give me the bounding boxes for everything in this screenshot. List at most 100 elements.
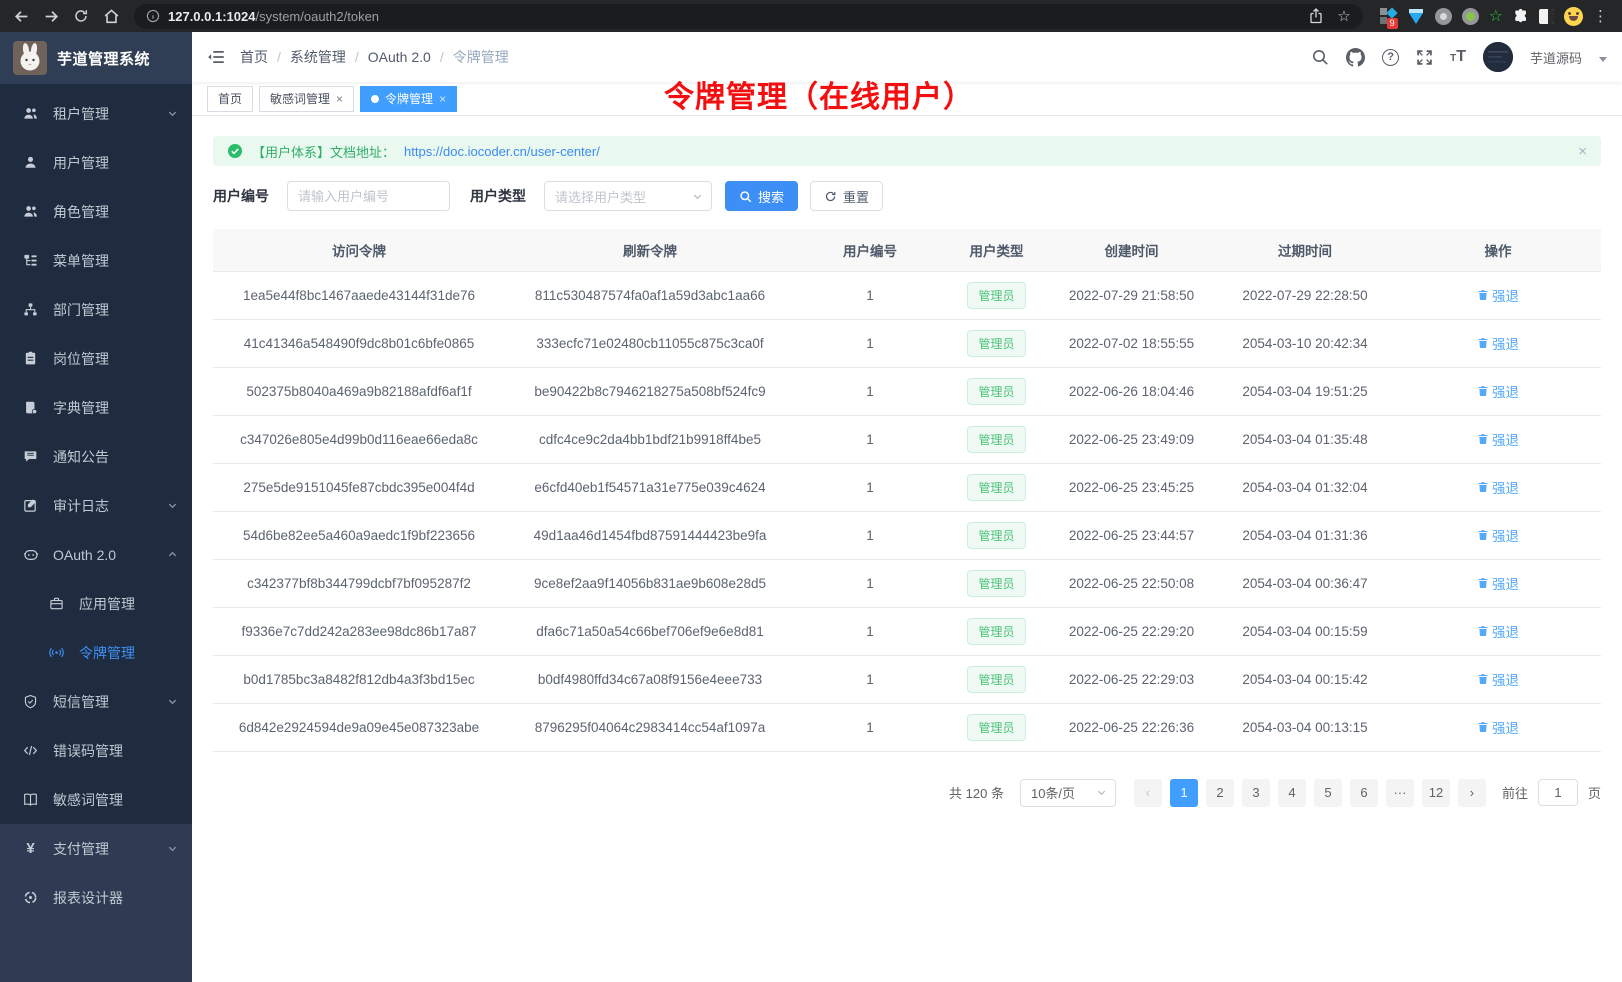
- page-button-3[interactable]: 3: [1242, 779, 1270, 807]
- page-size-select[interactable]: 10条/页: [1020, 779, 1116, 807]
- chevron-down-icon[interactable]: [1599, 57, 1607, 62]
- bookmark-star-icon[interactable]: ☆: [1337, 7, 1350, 25]
- refresh-token-cell: b0df4980ffd34c67a08f9156e4eee733: [505, 655, 795, 703]
- sidebar-item-label: 错误码管理: [53, 741, 123, 761]
- force-logout-link[interactable]: 强退: [1477, 669, 1519, 689]
- extension-grey-icon[interactable]: [1435, 8, 1452, 25]
- browser-menu-icon[interactable]: ⋮: [1593, 9, 1608, 24]
- action-cell: 强退: [1395, 415, 1601, 463]
- breadcrumb-item[interactable]: 首页: [240, 47, 268, 67]
- jump-page-input[interactable]: [1538, 779, 1578, 806]
- sidebar-item-dict[interactable]: 字典管理: [0, 383, 192, 432]
- sidebar-item-error-code[interactable]: 错误码管理: [0, 726, 192, 775]
- page-button-4[interactable]: 4: [1278, 779, 1306, 807]
- user-type-select[interactable]: 请选择用户类型: [544, 181, 712, 211]
- sidebar-item-role[interactable]: 角色管理: [0, 187, 192, 236]
- close-tab-icon[interactable]: ×: [336, 93, 343, 105]
- column-header: 操作: [1395, 229, 1601, 271]
- sidebar-item-user[interactable]: 用户管理: [0, 138, 192, 187]
- next-page-button[interactable]: ›: [1458, 779, 1486, 807]
- force-logout-link[interactable]: 强退: [1477, 429, 1519, 449]
- extension-gem-icon[interactable]: [1407, 7, 1425, 25]
- force-logout-link[interactable]: 强退: [1477, 573, 1519, 593]
- sidebar-item-label: 岗位管理: [53, 349, 109, 369]
- force-logout-link[interactable]: 强退: [1477, 285, 1519, 305]
- column-header: 用户类型: [945, 229, 1048, 271]
- extension-star-icon[interactable]: ☆: [1489, 6, 1503, 26]
- tab-token[interactable]: 令牌管理 ×: [360, 86, 457, 112]
- user-type-badge: 管理员: [967, 666, 1025, 693]
- font-size-icon[interactable]: TT: [1450, 48, 1466, 66]
- sidebar-item-notice[interactable]: 通知公告: [0, 432, 192, 481]
- user-id-input[interactable]: [287, 181, 450, 211]
- collapse-sidebar-icon[interactable]: [207, 48, 225, 66]
- force-logout-link[interactable]: 强退: [1477, 381, 1519, 401]
- doc-link[interactable]: https://doc.iocoder.cn/user-center/: [404, 144, 600, 159]
- breadcrumb-item[interactable]: OAuth 2.0: [368, 49, 431, 65]
- page-button-2[interactable]: 2: [1206, 779, 1234, 807]
- page-button-1[interactable]: 1: [1170, 779, 1198, 807]
- sidebar-item-pay[interactable]: ¥支付管理: [0, 824, 192, 873]
- force-logout-link[interactable]: 强退: [1477, 717, 1519, 737]
- sidebar-item-oauth2[interactable]: OAuth 2.0: [0, 530, 192, 579]
- force-logout-link[interactable]: 强退: [1477, 525, 1519, 545]
- app-logo[interactable]: 芋道管理系统: [0, 32, 192, 84]
- fullscreen-icon[interactable]: [1416, 49, 1433, 66]
- site-info-icon[interactable]: [146, 9, 160, 23]
- close-icon[interactable]: ×: [1578, 143, 1587, 160]
- breadcrumb-item[interactable]: 系统管理: [290, 47, 346, 67]
- tab-sensitive-word[interactable]: 敏感词管理 ×: [259, 86, 354, 112]
- sidebar-item-dept[interactable]: 部门管理: [0, 285, 192, 334]
- user-avatar[interactable]: [1483, 42, 1513, 72]
- sidebar-item-sms[interactable]: 短信管理: [0, 677, 192, 726]
- sidebar-item-label: 令牌管理: [79, 643, 135, 663]
- sidebar-item-sensitive-word[interactable]: 敏感词管理: [0, 775, 192, 824]
- force-logout-link[interactable]: 强退: [1477, 333, 1519, 353]
- sidebar-item-oauth2-app[interactable]: 应用管理: [0, 579, 192, 628]
- sidebar-item-oauth2-token[interactable]: 令牌管理: [0, 628, 192, 677]
- profile-avatar-icon[interactable]: [1564, 7, 1583, 26]
- sidebar-item-tenant[interactable]: 租户管理: [0, 89, 192, 138]
- tab-label: 敏感词管理: [270, 90, 330, 107]
- table-row: c342377bf8b344799dcbf7bf095287f29ce8ef2a…: [213, 559, 1601, 607]
- extension-grid-icon[interactable]: 9: [1379, 7, 1397, 25]
- notice-icon: [22, 449, 39, 464]
- close-tab-icon[interactable]: ×: [439, 93, 446, 105]
- column-header: 访问令牌: [213, 229, 505, 271]
- url-bar[interactable]: 127.0.0.1:1024/system/oauth2/token ☆: [134, 4, 1363, 29]
- share-icon[interactable]: [1309, 8, 1323, 24]
- expire-time-cell: 2054-03-04 00:15:59: [1215, 607, 1395, 655]
- username-label[interactable]: 芋道源码: [1530, 48, 1582, 67]
- sidebar-item-audit-log[interactable]: 审计日志: [0, 481, 192, 530]
- browser-reload-icon[interactable]: [68, 3, 94, 29]
- tab-home[interactable]: 首页: [207, 86, 253, 112]
- force-logout-link[interactable]: 强退: [1477, 621, 1519, 641]
- extension-green-dot-icon[interactable]: [1462, 8, 1479, 25]
- logo-rabbit-icon: [13, 41, 47, 75]
- page-button-5[interactable]: 5: [1314, 779, 1342, 807]
- search-button[interactable]: 搜索: [725, 181, 798, 211]
- access-token-cell: 502375b8040a469a9b82188afdf6af1f: [213, 367, 505, 415]
- browser-home-icon[interactable]: [98, 3, 124, 29]
- prev-page-button[interactable]: ‹: [1134, 779, 1162, 807]
- sidebar-item-post[interactable]: 岗位管理: [0, 334, 192, 383]
- github-icon[interactable]: [1346, 48, 1365, 67]
- more-pages-button[interactable]: ···: [1386, 779, 1414, 807]
- search-icon[interactable]: [1311, 48, 1329, 66]
- sidebar-item-report-designer[interactable]: 报表设计器: [0, 873, 192, 922]
- force-logout-link[interactable]: 强退: [1477, 477, 1519, 497]
- browser-forward-icon[interactable]: [38, 3, 64, 29]
- sidebar: 芋道管理系统 租户管理用户管理角色管理菜单管理部门管理岗位管理字典管理通知公告审…: [0, 32, 192, 982]
- breadcrumb-item: 令牌管理: [453, 47, 509, 67]
- tab-label: 令牌管理: [385, 90, 433, 107]
- split-view-icon[interactable]: [1539, 9, 1554, 24]
- reset-button[interactable]: 重置: [810, 181, 883, 211]
- sidebar-item-menu[interactable]: 菜单管理: [0, 236, 192, 285]
- extension-puzzle-icon[interactable]: [1513, 8, 1529, 24]
- page-button-6[interactable]: 6: [1350, 779, 1378, 807]
- help-icon[interactable]: ?: [1382, 49, 1399, 66]
- success-check-icon: [227, 143, 243, 159]
- sidebar-item-label: OAuth 2.0: [53, 547, 116, 563]
- page-button-12[interactable]: 12: [1422, 779, 1450, 807]
- browser-back-icon[interactable]: [8, 3, 34, 29]
